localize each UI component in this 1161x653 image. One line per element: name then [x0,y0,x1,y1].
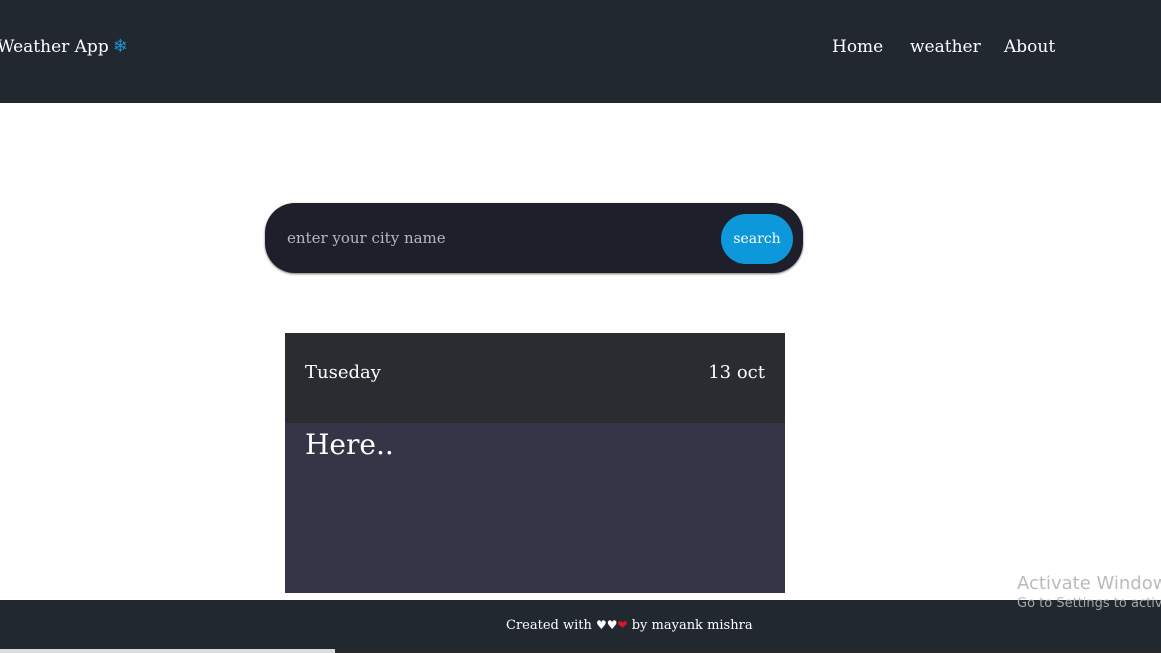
watermark-title: Activate Window [1017,573,1161,594]
footer-prefix: Created with [506,618,592,633]
city-search-input[interactable] [287,221,707,255]
nav-link-weather[interactable]: weather [910,37,981,57]
nav-link-about[interactable]: About [1004,37,1055,57]
red-heart-icon: ❤ [617,618,628,632]
windows-activation-watermark: Activate Window Go to Settings to activ [1017,573,1161,611]
weather-card: Tuseday 13 oct Here.. [285,333,785,593]
nav-link-home[interactable]: Home [832,37,883,57]
card-date: 13 oct [708,362,765,383]
footer-suffix: by mayank mishra [631,618,753,633]
taskbar-strip-light [0,649,335,653]
card-body-text: Here.. [305,428,394,461]
watermark-subtitle: Go to Settings to activ [1017,596,1161,611]
search-button[interactable]: search [721,214,793,264]
snowflake-icon: ❄ [112,36,128,57]
taskbar-strip [0,649,1161,653]
navbar: Weather App ❄ Home weather About [0,0,1161,103]
white-hearts-icon: ♥♥ [596,618,618,632]
brand[interactable]: Weather App ❄ [0,36,128,57]
footer: Created with ♥♥❤ by mayank mishra [0,600,1161,653]
search-bar: search [265,203,803,273]
footer-credit: Created with ♥♥❤ by mayank mishra [506,618,753,633]
brand-title: Weather App [0,36,109,57]
card-day: Tuseday [305,362,381,383]
card-header: Tuseday 13 oct [285,333,785,423]
